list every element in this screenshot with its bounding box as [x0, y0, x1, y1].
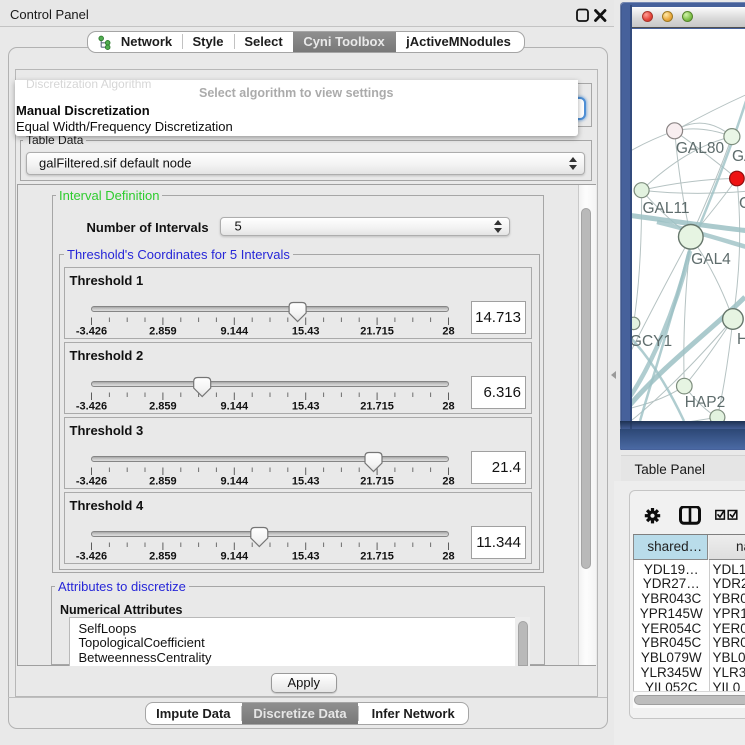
svg-text:-3.426: -3.426 [75, 400, 106, 412]
svg-text:28: 28 [442, 475, 454, 487]
svg-text:15.43: 15.43 [291, 325, 319, 337]
svg-text:GCY1: GCY1 [632, 333, 672, 350]
svg-text:21.715: 21.715 [360, 400, 394, 412]
svg-text:2.859: 2.859 [149, 325, 177, 337]
svg-text:-3.426: -3.426 [75, 550, 106, 562]
svg-text:2.859: 2.859 [149, 400, 177, 412]
svg-text:21.715: 21.715 [360, 550, 394, 562]
svg-text:GAL11: GAL11 [642, 200, 689, 217]
svg-text:21.715: 21.715 [360, 325, 394, 337]
svg-text:H: H [737, 331, 745, 348]
svg-text:HAP2: HAP2 [685, 394, 726, 411]
svg-text:2.859: 2.859 [149, 550, 177, 562]
svg-text:C: C [739, 195, 745, 212]
svg-text:9.144: 9.144 [220, 400, 248, 412]
svg-text:28: 28 [442, 325, 454, 337]
svg-text:-3.426: -3.426 [75, 325, 106, 337]
svg-text:GAL80: GAL80 [676, 140, 725, 157]
svg-text:GA: GA [732, 148, 745, 165]
svg-text:28: 28 [442, 550, 454, 562]
svg-text:15.43: 15.43 [291, 475, 319, 487]
svg-text:-3.426: -3.426 [75, 475, 106, 487]
svg-text:GAL4: GAL4 [691, 251, 731, 268]
svg-text:28: 28 [442, 400, 454, 412]
svg-text:15.43: 15.43 [291, 400, 319, 412]
svg-text:21.715: 21.715 [360, 475, 394, 487]
svg-text:2.859: 2.859 [149, 475, 177, 487]
svg-text:9.144: 9.144 [220, 475, 248, 487]
svg-text:15.43: 15.43 [291, 550, 319, 562]
svg-text:9.144: 9.144 [220, 325, 248, 337]
svg-text:9.144: 9.144 [220, 550, 248, 562]
